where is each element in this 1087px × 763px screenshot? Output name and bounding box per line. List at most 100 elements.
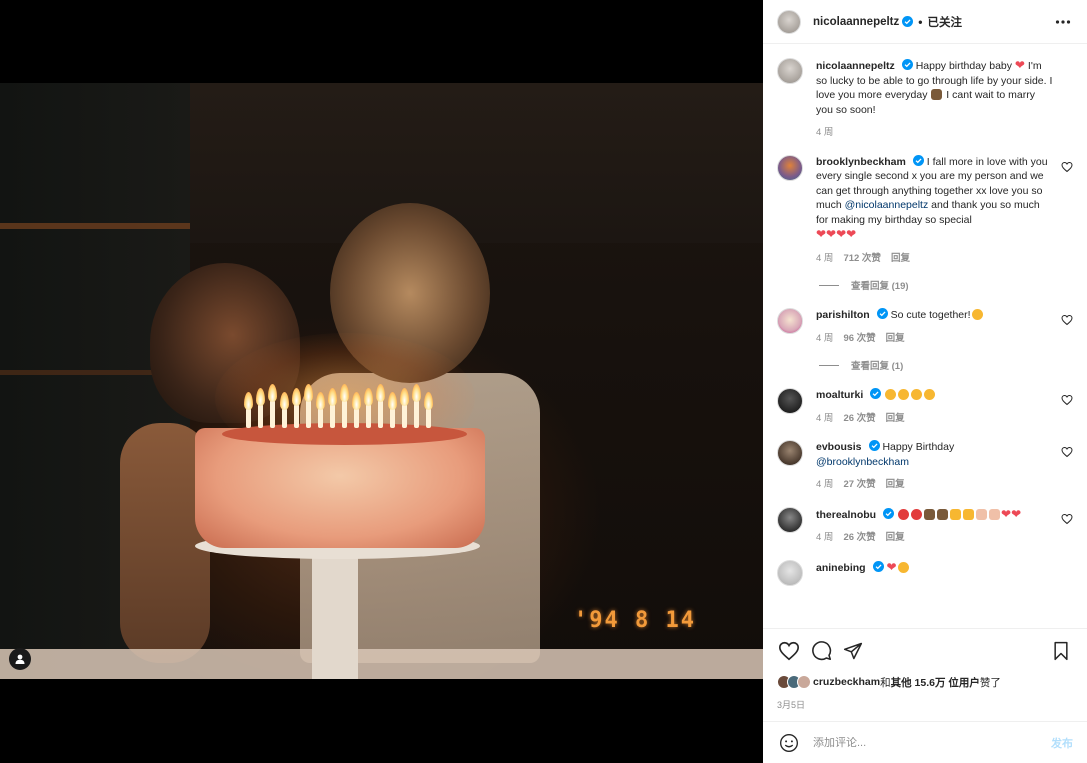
heart-emoji: ❤❤ bbox=[1001, 506, 1022, 521]
emoji-picker-button[interactable] bbox=[777, 731, 801, 755]
header-username[interactable]: nicolaannepeltz bbox=[813, 16, 899, 28]
avatar[interactable] bbox=[777, 559, 803, 586]
comment-text: Happy Birthday bbox=[882, 441, 955, 453]
reply-button[interactable]: 回复 bbox=[886, 412, 905, 427]
comment-likes[interactable]: 26 次赞 bbox=[843, 531, 875, 546]
comment-icon bbox=[811, 641, 831, 661]
comment-mention[interactable]: @brooklynbeckham bbox=[816, 456, 909, 468]
separator-dot: • bbox=[918, 14, 923, 29]
heart-icon bbox=[1061, 394, 1073, 406]
verified-badge-icon bbox=[883, 507, 895, 519]
cake-emoji bbox=[924, 508, 936, 520]
reply-button[interactable]: 回复 bbox=[891, 252, 910, 267]
view-replies-button[interactable]: 查看回复 (19) bbox=[819, 278, 1073, 292]
candle bbox=[294, 404, 299, 428]
comment-time: 4 周 bbox=[816, 412, 834, 424]
comment-username[interactable]: parishilton bbox=[816, 309, 870, 321]
caption-username[interactable]: nicolaannepeltz bbox=[816, 60, 895, 72]
candle bbox=[402, 404, 407, 428]
share-button[interactable] bbox=[841, 639, 865, 663]
candle-flame bbox=[364, 388, 373, 406]
comment-username[interactable]: evbousis bbox=[816, 441, 862, 453]
comment-like-button[interactable] bbox=[1061, 513, 1073, 525]
candle bbox=[354, 408, 359, 428]
sushi-emoji bbox=[976, 508, 988, 520]
post-dialog: '94 8 14 nicolaannepeltz • 已关注 nicolaann… bbox=[0, 0, 1087, 763]
likes-summary[interactable]: cruzbeckham 和 其他 15.6万 位用户 赞了 bbox=[763, 672, 1087, 692]
comment-likes[interactable]: 26 次赞 bbox=[843, 412, 875, 427]
save-button[interactable] bbox=[1049, 639, 1073, 663]
candle bbox=[414, 400, 419, 428]
post-date: 3月5日 bbox=[777, 700, 806, 710]
view-replies-label: 查看回复 (19) bbox=[851, 281, 909, 292]
comment-username[interactable]: moalturki bbox=[816, 389, 863, 401]
avatar[interactable] bbox=[777, 154, 803, 181]
avatar[interactable] bbox=[777, 9, 801, 34]
candle-flame bbox=[316, 392, 325, 410]
avatar[interactable] bbox=[777, 506, 803, 533]
user-tag-button[interactable] bbox=[9, 648, 31, 670]
comment-like-button[interactable] bbox=[1061, 446, 1073, 458]
heart-eyes-emoji bbox=[885, 389, 897, 400]
candle-flame bbox=[328, 388, 337, 406]
view-replies-line bbox=[819, 364, 839, 366]
avatar[interactable] bbox=[777, 308, 803, 334]
follow-status[interactable]: 已关注 bbox=[927, 14, 962, 30]
comment-likes[interactable]: 96 次赞 bbox=[843, 332, 875, 347]
candle-flame bbox=[304, 384, 313, 402]
comment-mention[interactable]: @nicolaannepeltz bbox=[845, 199, 929, 211]
reply-button[interactable]: 回复 bbox=[886, 478, 905, 493]
heart-eyes-emoji bbox=[897, 561, 909, 573]
heart-icon bbox=[1061, 513, 1073, 524]
like-button[interactable] bbox=[777, 639, 801, 663]
cake-emoji bbox=[931, 89, 943, 100]
candle bbox=[258, 404, 263, 428]
verified-badge-icon bbox=[870, 388, 882, 399]
praying-hands-emoji bbox=[950, 508, 962, 520]
comment-time: 4 周 bbox=[816, 479, 834, 490]
comments-list[interactable]: nicolaannepeltz Happy birthday baby ❤ I'… bbox=[763, 44, 1087, 628]
heart-emoji: ❤ bbox=[1014, 58, 1025, 72]
likes-others[interactable]: 其他 15.6万 位用户 bbox=[891, 675, 980, 690]
candle-flame bbox=[376, 384, 385, 402]
candle-flame bbox=[340, 384, 349, 402]
avatar[interactable] bbox=[777, 58, 803, 84]
heart-icon bbox=[779, 641, 799, 660]
comment-input[interactable] bbox=[813, 736, 1051, 749]
view-replies-button[interactable]: 查看回复 (1) bbox=[819, 358, 1073, 372]
action-bar bbox=[763, 628, 1087, 672]
candles bbox=[240, 368, 440, 428]
reply-button[interactable]: 回复 bbox=[886, 531, 905, 546]
liker-username[interactable]: cruzbeckham bbox=[813, 676, 880, 688]
verified-badge-icon bbox=[912, 154, 924, 166]
comment-like-button[interactable] bbox=[1061, 314, 1073, 326]
post-photo[interactable]: '94 8 14 bbox=[0, 83, 763, 679]
heart-icon bbox=[1061, 446, 1073, 458]
add-comment-bar: 发布 bbox=[763, 721, 1087, 763]
post-comment-button[interactable]: 发布 bbox=[1051, 735, 1073, 751]
comment-button[interactable] bbox=[809, 639, 833, 663]
comment-like-button[interactable] bbox=[1061, 394, 1073, 406]
comment-item: brooklynbeckham I fall more in love with… bbox=[777, 154, 1073, 267]
cake-stand-leg bbox=[312, 553, 358, 679]
comment-like-button[interactable] bbox=[1061, 161, 1073, 173]
candle bbox=[378, 400, 383, 428]
comment-username[interactable]: brooklynbeckham bbox=[816, 156, 906, 168]
post-header: nicolaannepeltz • 已关注 bbox=[763, 0, 1087, 44]
verified-badge-icon bbox=[901, 59, 913, 70]
candle bbox=[282, 408, 287, 428]
likes-connector: 和 bbox=[880, 676, 891, 689]
reply-button[interactable]: 回复 bbox=[886, 332, 905, 347]
likes-suffix: 赞了 bbox=[979, 676, 1001, 689]
comment-username[interactable]: therealnobu bbox=[816, 509, 876, 521]
comment-likes[interactable]: 27 次赞 bbox=[843, 478, 875, 493]
praying-hands-emoji bbox=[963, 508, 975, 520]
candle bbox=[390, 408, 395, 428]
comment-item: evbousis Happy Birthday @brooklynbeckham… bbox=[777, 440, 1073, 493]
comment-likes[interactable]: 712 次赞 bbox=[843, 252, 881, 267]
avatar[interactable] bbox=[777, 388, 803, 414]
more-options-button[interactable] bbox=[1053, 12, 1073, 32]
avatar[interactable] bbox=[777, 440, 803, 466]
comment-username[interactable]: aninebing bbox=[816, 562, 866, 574]
verified-badge-icon bbox=[872, 560, 884, 572]
